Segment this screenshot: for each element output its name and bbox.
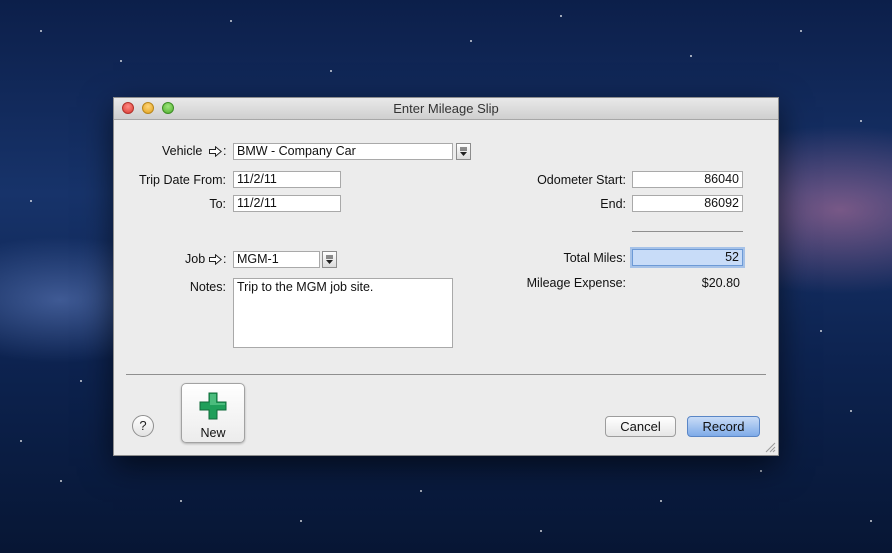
cancel-button[interactable]: Cancel	[605, 416, 676, 437]
job-dropdown-button[interactable]	[322, 251, 337, 268]
mileage-expense-label: Mileage Expense:	[526, 276, 626, 290]
dropdown-icon	[326, 255, 333, 264]
trip-date-from-field[interactable]: 11/2/11	[233, 171, 341, 188]
notes-label: Notes:	[189, 280, 226, 294]
odometer-end-field[interactable]: 86092	[632, 195, 743, 212]
question-mark-icon: ?	[139, 418, 147, 433]
job-field[interactable]: MGM-1	[233, 251, 320, 268]
vehicle-field[interactable]: BMW - Company Car	[233, 143, 453, 160]
total-miles-label: Total Miles:	[563, 251, 626, 265]
job-colon: :	[223, 252, 227, 266]
new-button-label: New	[200, 426, 226, 440]
sum-divider	[632, 231, 743, 232]
vehicle-dropdown-button[interactable]	[456, 143, 471, 160]
odometer-start-label: Odometer Start:	[537, 173, 626, 187]
plus-icon	[199, 392, 227, 420]
job-label: Job	[185, 252, 206, 266]
odometer-start-field[interactable]: 86040	[632, 171, 743, 188]
right-arrow-icon[interactable]	[209, 146, 222, 157]
odometer-end-label: End:	[600, 197, 626, 211]
help-button[interactable]: ?	[132, 415, 154, 437]
right-arrow-icon[interactable]	[209, 254, 222, 265]
title-bar[interactable]: Enter Mileage Slip	[114, 98, 778, 120]
new-button[interactable]: New	[181, 383, 245, 443]
window-title: Enter Mileage Slip	[393, 101, 499, 116]
resize-grip-icon[interactable]	[764, 441, 776, 453]
trip-date-from-label: Trip Date From:	[138, 173, 226, 187]
footer-divider	[126, 374, 766, 375]
record-button[interactable]: Record	[687, 416, 760, 437]
dropdown-icon	[460, 147, 467, 156]
trip-date-to-label: To:	[209, 197, 226, 211]
notes-textarea[interactable]: Trip to the MGM job site.	[233, 278, 453, 348]
vehicle-colon: :	[223, 144, 227, 158]
total-miles-field[interactable]: 52	[632, 249, 743, 266]
trip-date-to-field[interactable]: 11/2/11	[233, 195, 341, 212]
mileage-expense-value: $20.80	[701, 276, 740, 290]
vehicle-label: Vehicle	[162, 144, 203, 158]
mileage-slip-window: Enter Mileage Slip Vehicle : BMW - Compa…	[113, 97, 779, 456]
